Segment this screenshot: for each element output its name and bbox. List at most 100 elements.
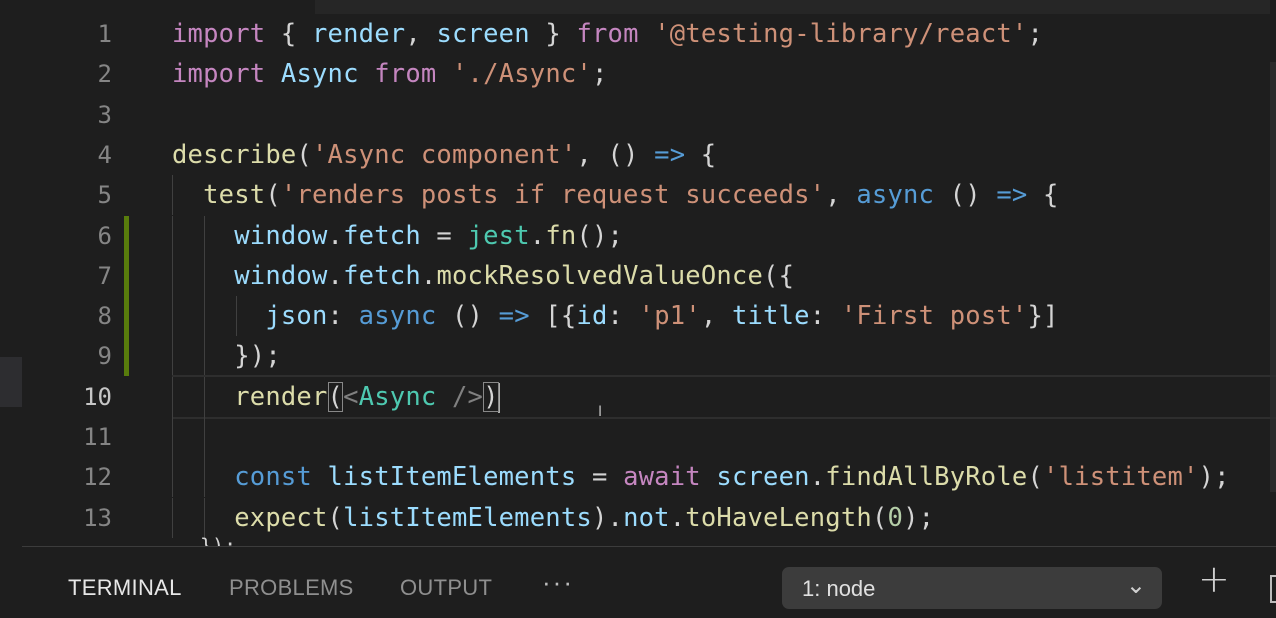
code-token: screen	[716, 462, 810, 493]
code-token: 'p1'	[638, 301, 701, 332]
code-token: (	[265, 180, 281, 211]
bottom-panel: TERMINAL PROBLEMS OUTPUT ··· 1: node ⌄ +	[22, 546, 1276, 618]
terminal-select[interactable]: 1: node ⌄	[782, 567, 1162, 609]
code-token: id	[576, 301, 608, 332]
code-token: import	[172, 19, 266, 49]
line-number: 6	[97, 221, 112, 250]
code-token: );	[1198, 462, 1230, 493]
code-token: .	[669, 502, 686, 533]
line-number: 11	[83, 423, 112, 451]
code-token: ).	[591, 502, 624, 533]
split-terminal-icon[interactable]	[1270, 575, 1276, 603]
line-number: 7	[97, 261, 112, 290]
code-token: {	[685, 139, 717, 170]
code-line[interactable]: 11	[0, 417, 1276, 457]
editor-tab-strip	[315, 0, 1270, 14]
code-token: (	[1027, 462, 1044, 493]
code-token: =>	[498, 301, 530, 332]
code-token: '@testing-library/react'	[654, 19, 1028, 49]
code-text: import Async from './Async';	[172, 54, 608, 94]
code-token: './Async'	[452, 59, 592, 90]
code-token: =>	[996, 180, 1028, 211]
chevron-down-icon: ⌄	[1125, 571, 1146, 599]
line-number: 4	[97, 140, 112, 169]
code-token: 0	[887, 502, 904, 533]
code-line[interactable]: 1 import { render, screen } from '@testin…	[0, 14, 1276, 54]
code-text: window.fetch.mockResolvedValueOnce({	[172, 256, 794, 296]
code-token: :	[607, 301, 639, 332]
code-token: 'Async component'	[311, 139, 577, 170]
tab-terminal[interactable]: TERMINAL	[68, 575, 182, 601]
code-token: findAllByRole	[825, 462, 1028, 493]
code-token: fetch	[343, 220, 421, 251]
code-token: await	[623, 462, 701, 493]
code-token: , ()	[576, 139, 655, 170]
code-token: .	[529, 220, 546, 251]
code-token: from	[374, 59, 437, 90]
code-token: (	[327, 502, 344, 533]
code-token: ;	[591, 59, 608, 90]
code-text: test('renders posts if request succeeds'…	[172, 175, 1059, 215]
plus-icon[interactable]: +	[1198, 557, 1230, 601]
code-token: (	[296, 139, 312, 170]
code-token: listItemElements	[343, 502, 592, 533]
code-line[interactable]: 12 const listItemElements = await screen…	[0, 457, 1276, 498]
code-text: window.fetch = jest.fn();	[172, 216, 623, 256]
code-token: ;	[1027, 19, 1044, 49]
code-token: });	[172, 341, 281, 372]
code-text: });	[172, 336, 281, 376]
code-line[interactable]: 5 test('renders posts if request succeed…	[0, 175, 1276, 216]
code-token: import	[172, 59, 266, 90]
code-token: }	[529, 19, 577, 49]
matched-bracket: )	[483, 381, 499, 412]
code-token: {	[265, 19, 312, 49]
code-token: .	[809, 462, 826, 493]
code-token: ()	[436, 301, 499, 332]
code-text: json: async () => [{id: 'p1', title: 'Fi…	[172, 296, 1059, 336]
code-token: async	[856, 180, 935, 211]
code-token: ();	[576, 220, 624, 251]
tab-output[interactable]: OUTPUT	[400, 575, 492, 601]
indent-guide	[203, 417, 205, 457]
code-line[interactable]: 13 expect(listItemElements).not.toHaveLe…	[0, 497, 1276, 538]
code-line[interactable]: 6 window.fetch = jest.fn();	[0, 215, 1276, 256]
mouse-ibeam-icon: I	[598, 404, 603, 420]
code-editor[interactable]: 1 import { render, screen } from '@testin…	[0, 0, 1276, 546]
code-token: toHaveLength	[685, 502, 872, 533]
code-line[interactable]: 10 render(<Async />)	[0, 374, 1276, 419]
code-token: [{	[529, 301, 577, 332]
code-token: expect	[234, 502, 328, 533]
code-token: :	[809, 301, 841, 332]
code-token: .	[327, 260, 344, 291]
code-line[interactable]: 7 window.fetch.mockResolvedValueOnce({	[0, 255, 1276, 296]
code-token: describe	[172, 139, 297, 170]
code-line[interactable]: 2 import Async from './Async';	[0, 54, 1276, 94]
code-token: render	[234, 381, 328, 412]
code-token: =>	[654, 139, 686, 170]
code-token: not	[623, 502, 670, 533]
code-text: render(<Async />)	[172, 377, 500, 417]
code-token: ({	[763, 260, 795, 291]
tab-problems[interactable]: PROBLEMS	[229, 575, 354, 601]
code-token: ,	[825, 180, 857, 211]
code-token: ,	[405, 19, 437, 49]
code-token: async	[358, 301, 437, 332]
code-line[interactable]: 9 });	[0, 336, 1276, 377]
matched-bracket: (	[327, 381, 344, 412]
terminal-select-value: 1: node	[802, 576, 876, 601]
code-line[interactable]: 4 describe('Async component', () => {	[0, 135, 1276, 175]
code-line[interactable]: 8 json: async () => [{id: 'p1', title: '…	[0, 296, 1276, 337]
code-token: ,	[700, 301, 732, 332]
code-token: listItemElements	[327, 462, 577, 493]
code-token: window	[234, 220, 328, 251]
code-token: .	[420, 260, 437, 291]
code-line[interactable]: 3	[0, 95, 1276, 135]
code-token: test	[203, 180, 266, 211]
more-icon[interactable]: ···	[542, 567, 574, 598]
